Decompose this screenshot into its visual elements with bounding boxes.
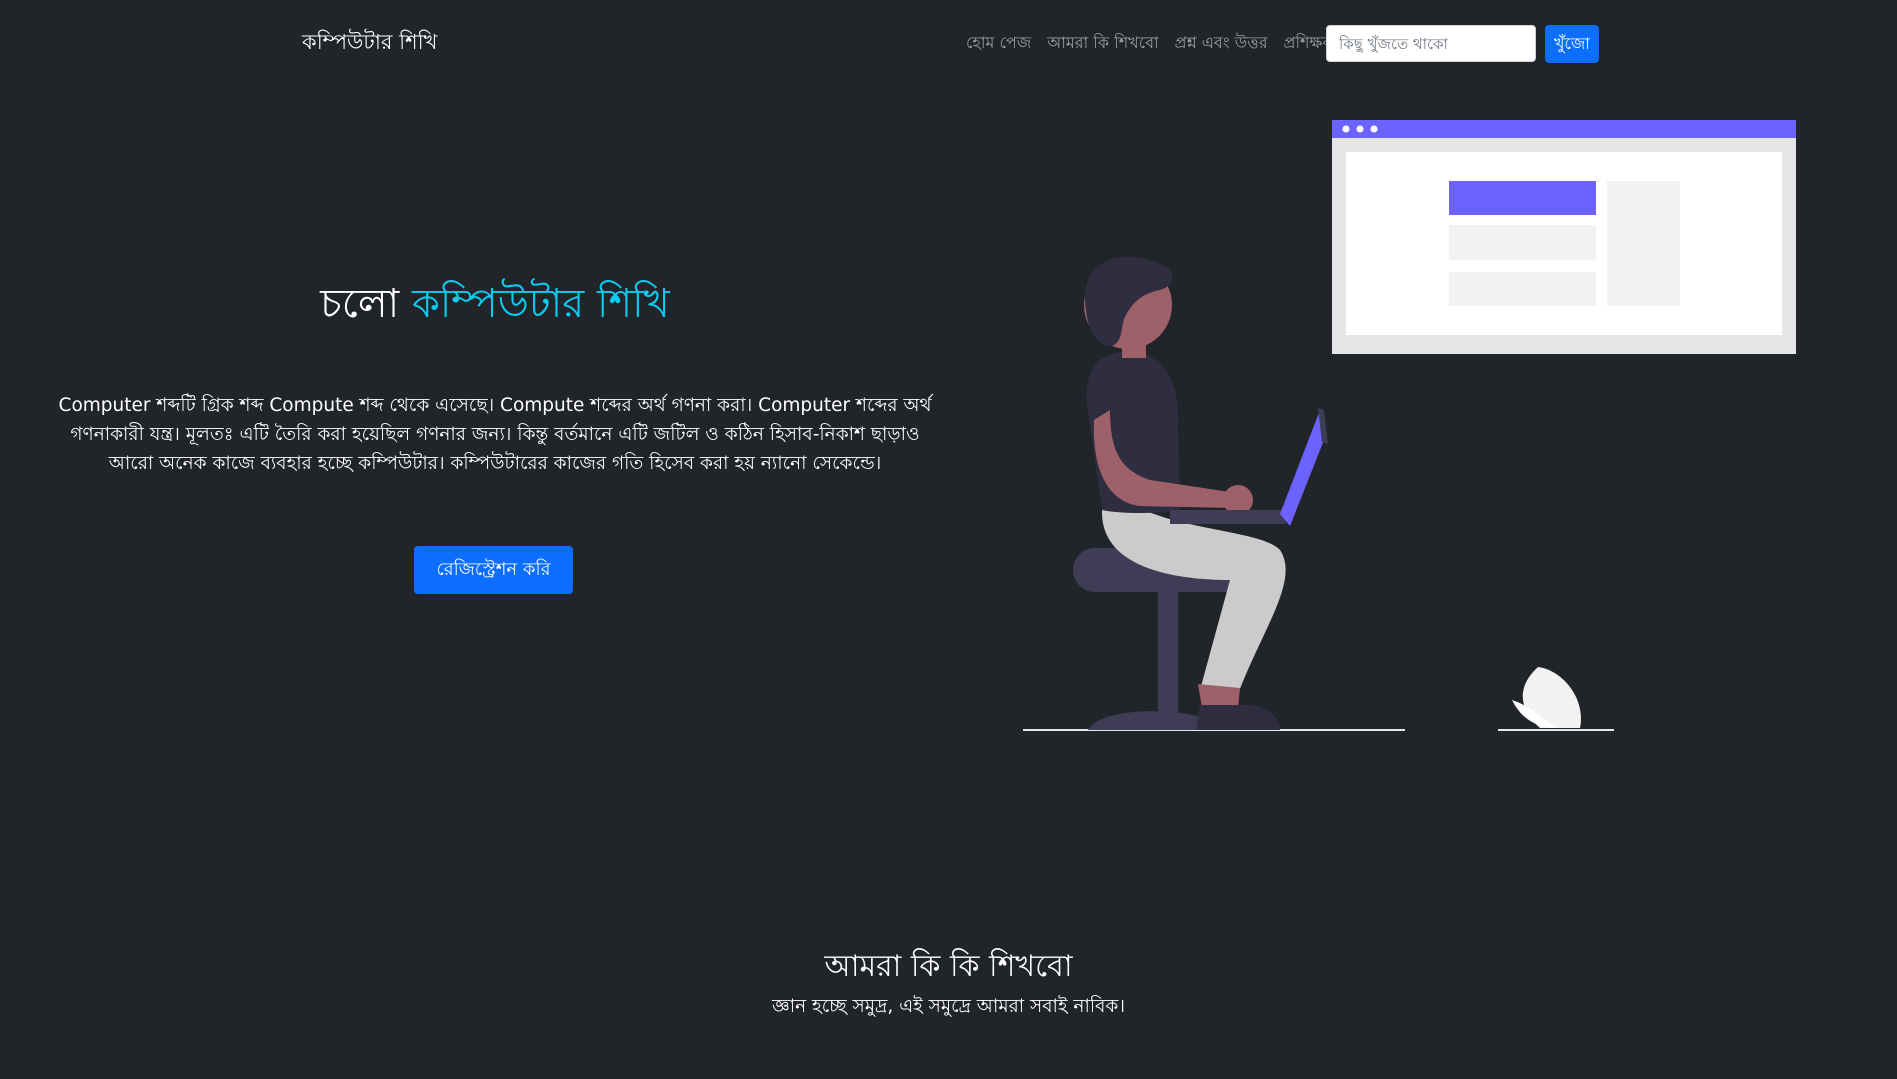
search-input[interactable]	[1326, 25, 1536, 62]
plant-graphic	[1512, 667, 1581, 728]
section-subtitle: জ্ঞান হচ্ছে সমুদ্র, এই সমুদ্রে আমরা সবাই…	[772, 996, 1125, 1017]
person-graphic	[1084, 256, 1328, 730]
nav-link-home[interactable]: হোম পেজ	[966, 30, 1031, 57]
browser-window-graphic	[1332, 120, 1796, 354]
hero-title: চলো কম্পিউটার শিখি	[0, 272, 990, 339]
section-title: আমরা কি কি শিখবো	[824, 949, 1073, 984]
nav-links: হোম পেজ আমরা কি শিখবো প্রশ্ন এবং উত্তর প…	[966, 30, 1334, 57]
nav-link-what-we-learn[interactable]: আমরা কি শিখবো	[1047, 30, 1158, 57]
nav-link-qna[interactable]: প্রশ্ন এবং উত্তর	[1175, 30, 1268, 57]
search-button[interactable]: খুঁজো	[1545, 25, 1599, 63]
navbar: কম্পিউটার শিখি হোম পেজ আমরা কি শিখবো প্র…	[0, 0, 1897, 84]
brand-logo[interactable]: কম্পিউটার শিখি	[302, 26, 437, 61]
hero-illustration	[1023, 120, 1796, 731]
hero-title-accent: কম্পিউটার শিখি	[411, 281, 670, 327]
register-button[interactable]: রেজিস্ট্রেশন করি	[414, 546, 573, 594]
hero-title-prefix: চলো	[320, 281, 400, 327]
hero-description: Computer শব্দটি গ্রিক শব্দ Compute শব্দ …	[58, 395, 932, 474]
